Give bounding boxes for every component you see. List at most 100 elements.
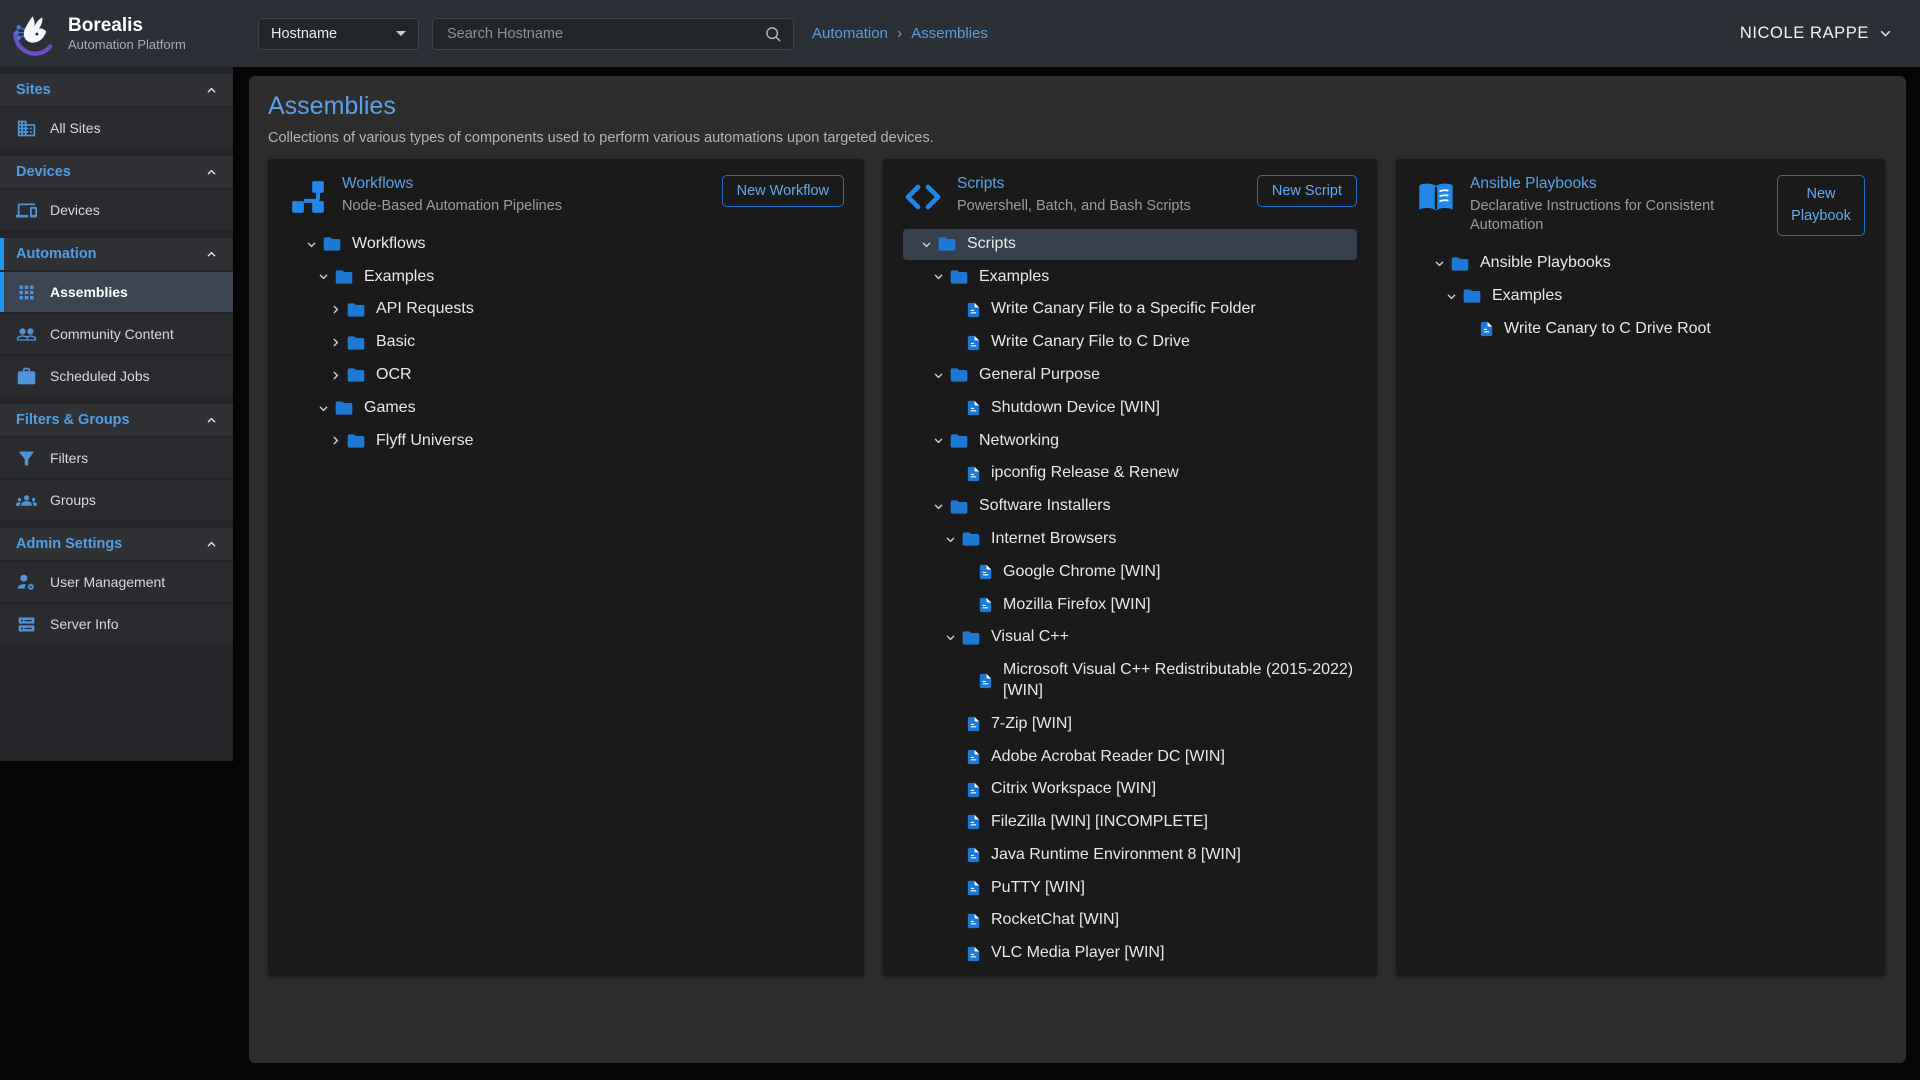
tree-node-label: Google Chrome [WIN] [1003,562,1160,583]
sidebar-section-sites: SitesAll Sites [0,74,233,148]
tree-file-google-chrome-win[interactable]: Google Chrome [WIN] [903,557,1357,588]
tree-file-adobe-acrobat-reader-dc-win[interactable]: Adobe Acrobat Reader DC [WIN] [903,742,1357,773]
sidebar-section-header-automation[interactable]: Automation [0,238,233,270]
tree-folder-ocr[interactable]: OCR [288,360,844,391]
sidebar-section-header-filters-groups[interactable]: Filters & Groups [0,404,233,436]
breadcrumb-automation[interactable]: Automation [812,25,888,42]
tree-folder-networking[interactable]: Networking [903,426,1357,457]
sidebar-item-label: Filters [50,450,88,466]
tree-node-label: RocketChat [WIN] [991,910,1119,931]
sidebar-section-header-admin-settings[interactable]: Admin Settings [0,528,233,560]
chevron-right-icon[interactable] [324,333,346,353]
sidebar-item-devices[interactable]: Devices [0,190,233,230]
tree-file-citrix-workspace-win[interactable]: Citrix Workspace [WIN] [903,774,1357,805]
folder-icon [949,365,969,385]
tree-file-ipconfig-release-renew[interactable]: ipconfig Release & Renew [903,458,1357,489]
search-hostname-box[interactable] [432,18,794,50]
chevron-down-icon[interactable] [312,267,334,287]
tree-file-filezilla-win-incomplete[interactable]: FileZilla [WIN] [INCOMPLETE] [903,807,1357,838]
file-icon [965,714,982,734]
search-input[interactable] [445,25,763,43]
folder-icon [961,529,981,549]
chevron-down-icon[interactable] [927,267,949,287]
ansible-card-header: Ansible Playbooks Declarative Instructio… [1416,175,1865,236]
tree-folder-workflows[interactable]: Workflows [288,229,844,260]
user-gear-icon [16,572,37,593]
tree-file-write-canary-to-c-drive-root[interactable]: Write Canary to C Drive Root [1416,314,1865,345]
tree-folder-examples[interactable]: Examples [903,262,1357,293]
sidebar-section-header-devices[interactable]: Devices [0,156,233,188]
chevron-right-icon[interactable] [324,431,346,451]
chevron-down-icon[interactable] [915,234,937,254]
tree-folder-examples[interactable]: Examples [288,262,844,293]
tree-node-label: VLC Media Player [WIN] [991,943,1164,964]
tree-node-label: ipconfig Release & Renew [991,463,1179,484]
user-name: NICOLE RAPPE [1740,24,1869,43]
tree-file-rocketchat-win[interactable]: RocketChat [WIN] [903,905,1357,936]
sidebar-item-groups[interactable]: Groups [0,480,233,520]
sidebar-section-header-sites[interactable]: Sites [0,74,233,106]
workflows-card: Workflows Node-Based Automation Pipeline… [268,159,864,976]
new-script-button[interactable]: New Script [1257,175,1357,207]
tree-node-label: Workflows [352,234,426,255]
sidebar-item-scheduled-jobs[interactable]: Scheduled Jobs [0,356,233,396]
sidebar-item-assemblies[interactable]: Assemblies [0,272,233,312]
tree-file-write-canary-file-to-c-drive[interactable]: Write Canary File to C Drive [903,327,1357,358]
sidebar-item-server-info[interactable]: Server Info [0,604,233,644]
chevron-down-icon[interactable] [927,431,949,451]
sidebar-item-all-sites[interactable]: All Sites [0,108,233,148]
tree-folder-general-purpose[interactable]: General Purpose [903,360,1357,391]
tree-file-shutdown-device-win[interactable]: Shutdown Device [WIN] [903,393,1357,424]
tree-file-write-canary-file-to-a-specific-folder[interactable]: Write Canary File to a Specific Folder [903,294,1357,325]
chevron-down-icon[interactable] [927,497,949,517]
user-menu[interactable]: NICOLE RAPPE [1740,24,1894,43]
chevron-down-icon[interactable] [300,234,322,254]
tree-folder-api-requests[interactable]: API Requests [288,294,844,325]
tree-folder-internet-browsers[interactable]: Internet Browsers [903,524,1357,555]
tree-file-java-runtime-environment-8-win[interactable]: Java Runtime Environment 8 [WIN] [903,840,1357,871]
section-label: Automation [16,246,97,262]
chevron-right-icon[interactable] [324,365,346,385]
tree-file-microsoft-visual-c-redistributable-2015-2022-win[interactable]: Microsoft Visual C++ Redistributable (20… [903,655,1357,707]
chevron-down-icon[interactable] [1440,286,1462,306]
tree-folder-visual-c[interactable]: Visual C++ [903,622,1357,653]
tree-file-mozilla-firefox-win[interactable]: Mozilla Firefox [WIN] [903,590,1357,621]
sidebar-section-admin-settings: Admin SettingsUser ManagementServer Info [0,528,233,644]
hostname-filter-select[interactable]: Hostname [258,18,419,50]
chevron-down-icon[interactable] [927,365,949,385]
chevron-down-icon[interactable] [312,398,334,418]
tree-node-label: Flyff Universe [376,431,474,452]
chevron-up-icon [204,413,219,428]
chevron-down-icon[interactable] [939,529,961,549]
tree-folder-flyff-universe[interactable]: Flyff Universe [288,426,844,457]
tree-folder-examples[interactable]: Examples [1416,281,1865,312]
tree-file-putty-win[interactable]: PuTTY [WIN] [903,873,1357,904]
top-header: Borealis Automation Platform Hostname Au… [0,0,1920,67]
file-icon [965,747,982,767]
tree-folder-basic[interactable]: Basic [288,327,844,358]
scripts-card-subtitle: Powershell, Batch, and Bash Scripts [957,197,1243,217]
page-title: Assemblies [268,92,1887,121]
chevron-down-icon[interactable] [1428,254,1450,274]
tree-node-label: Visual C++ [991,627,1069,648]
tree-folder-ansible-playbooks[interactable]: Ansible Playbooks [1416,248,1865,279]
ansible-card-subtitle: Declarative Instructions for Consistent … [1470,197,1763,236]
breadcrumb-assemblies[interactable]: Assemblies [911,25,988,42]
sidebar-item-user-management[interactable]: User Management [0,562,233,602]
sidebar-item-community-content[interactable]: Community Content [0,314,233,354]
new-workflow-button[interactable]: New Workflow [722,175,844,207]
folder-icon [334,398,354,418]
chevron-right-icon[interactable] [324,300,346,320]
folder-icon [949,267,969,287]
tree-file-7-zip-win[interactable]: 7-Zip [WIN] [903,709,1357,740]
tree-file-vlc-media-player-win[interactable]: VLC Media Player [WIN] [903,938,1357,969]
code-icon [903,177,943,217]
tree-folder-games[interactable]: Games [288,393,844,424]
chevron-down-icon[interactable] [939,628,961,648]
assembly-cards: Workflows Node-Based Automation Pipeline… [268,159,1887,976]
borealis-rabbit-logo [12,11,58,57]
sidebar-item-filters[interactable]: Filters [0,438,233,478]
tree-folder-software-installers[interactable]: Software Installers [903,491,1357,522]
tree-folder-scripts[interactable]: Scripts [903,229,1357,260]
new-playbook-button[interactable]: New Playbook [1777,175,1865,236]
